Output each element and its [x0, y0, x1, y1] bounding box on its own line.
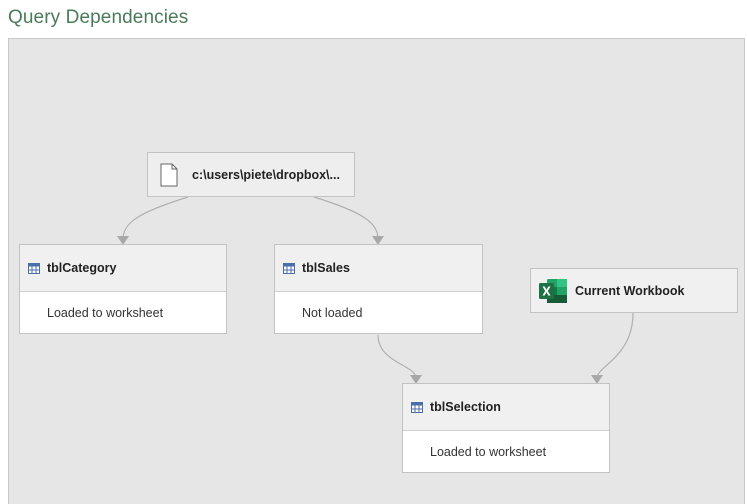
query-node-tblcategory[interactable]: tblCategory Loaded to worksheet	[19, 244, 227, 334]
window-title: Query Dependencies	[8, 7, 189, 28]
source-file-node[interactable]: c:\users\piete\dropbox\...	[147, 152, 355, 197]
query-node-tblsales[interactable]: tblSales Not loaded	[274, 244, 483, 334]
query-name: tblSales	[302, 261, 350, 275]
query-name: tblSelection	[430, 400, 501, 414]
source-file-label: c:\users\piete\dropbox\...	[192, 167, 340, 182]
excel-icon	[538, 278, 568, 304]
table-icon	[411, 401, 423, 413]
query-node-header: tblSales	[275, 245, 482, 291]
workbook-label: Current Workbook	[575, 283, 685, 298]
query-status: Loaded to worksheet	[20, 291, 226, 333]
query-node-tblselection[interactable]: tblSelection Loaded to worksheet	[402, 383, 610, 473]
table-icon	[283, 262, 295, 274]
query-name: tblCategory	[47, 261, 117, 275]
current-workbook-node[interactable]: Current Workbook	[530, 268, 738, 313]
query-node-header: tblSelection	[403, 384, 609, 430]
table-icon	[28, 262, 40, 274]
file-icon	[160, 163, 178, 187]
query-status: Loaded to worksheet	[403, 430, 609, 472]
query-status: Not loaded	[275, 291, 482, 333]
query-node-header: tblCategory	[20, 245, 226, 291]
